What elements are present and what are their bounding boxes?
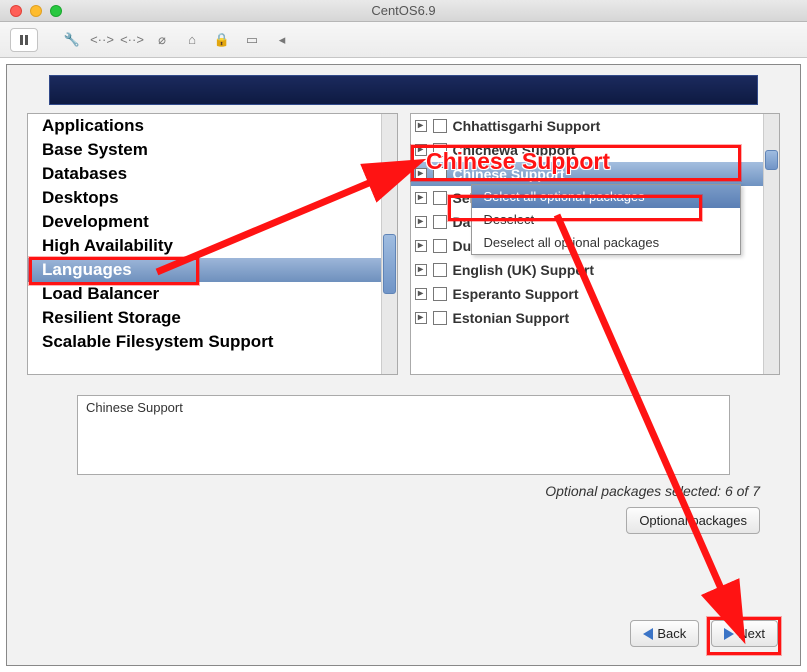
category-item[interactable]: Development bbox=[28, 210, 397, 234]
right-scrollbar[interactable] bbox=[763, 114, 779, 374]
left-scrollbar[interactable] bbox=[381, 114, 397, 374]
hdd-icon[interactable]: ⌂ bbox=[180, 29, 204, 51]
back-button[interactable]: Back bbox=[630, 620, 699, 647]
category-item[interactable]: Resilient Storage bbox=[28, 306, 397, 330]
category-item[interactable]: Load Balancer bbox=[28, 282, 397, 306]
arrow-right-icon bbox=[724, 628, 734, 640]
pause-button[interactable] bbox=[10, 28, 38, 52]
window-title: CentOS6.9 bbox=[0, 3, 807, 18]
chevron-left-icon[interactable]: ◂ bbox=[270, 29, 294, 51]
expander-icon[interactable]: ▸ bbox=[415, 312, 427, 324]
optional-status: Optional packages selected: 6 of 7 bbox=[7, 483, 760, 499]
expander-icon[interactable]: ▸ bbox=[415, 168, 427, 180]
checkbox[interactable] bbox=[433, 215, 447, 229]
context-menu-item[interactable]: Deselect bbox=[472, 208, 740, 231]
arrow-left-icon bbox=[643, 628, 653, 640]
category-panel: ApplicationsBase SystemDatabasesDesktops… bbox=[27, 113, 398, 375]
package-label: Estonian Support bbox=[453, 310, 570, 326]
checkbox[interactable] bbox=[433, 119, 447, 133]
optional-packages-label: Optional packages bbox=[639, 513, 747, 528]
description-text: Chinese Support bbox=[86, 400, 183, 415]
category-item[interactable]: Languages bbox=[28, 258, 397, 282]
description-box: Chinese Support bbox=[77, 395, 730, 475]
package-label: Chhattisgarhi Support bbox=[453, 118, 601, 134]
package-row[interactable]: ▸ Chhattisgarhi Support bbox=[411, 114, 780, 138]
category-item[interactable]: Desktops bbox=[28, 186, 397, 210]
checkbox[interactable] bbox=[433, 239, 447, 253]
expander-icon[interactable]: ▸ bbox=[415, 144, 427, 156]
checkbox[interactable] bbox=[433, 287, 447, 301]
checkbox[interactable] bbox=[433, 191, 447, 205]
category-item[interactable]: Databases bbox=[28, 162, 397, 186]
context-menu: Select all optional packagesDeselectDese… bbox=[471, 184, 741, 255]
network2-icon[interactable]: <··> bbox=[120, 29, 144, 51]
expander-icon[interactable]: ▸ bbox=[415, 240, 427, 252]
package-label: Esperanto Support bbox=[453, 286, 579, 302]
category-item[interactable]: Scalable Filesystem Support bbox=[28, 330, 397, 354]
optional-packages-button[interactable]: Optional packages bbox=[626, 507, 760, 534]
highlight-chinese-label: Chinese Support bbox=[426, 148, 610, 175]
expander-icon[interactable]: ▸ bbox=[415, 192, 427, 204]
checkbox[interactable] bbox=[433, 263, 447, 277]
next-label: Next bbox=[738, 626, 765, 641]
installer-window: ApplicationsBase SystemDatabasesDesktops… bbox=[6, 64, 801, 666]
package-row[interactable]: ▸ English (UK) Support bbox=[411, 258, 780, 282]
installer-header bbox=[49, 75, 758, 105]
package-row[interactable]: ▸ Esperanto Support bbox=[411, 282, 780, 306]
network-icon[interactable]: <··> bbox=[90, 29, 114, 51]
package-label: English (UK) Support bbox=[453, 262, 595, 278]
context-menu-item[interactable]: Select all optional packages bbox=[472, 185, 740, 208]
context-menu-item[interactable]: Deselect all optional packages bbox=[472, 231, 740, 254]
next-button[interactable]: Next bbox=[711, 620, 778, 647]
expander-icon[interactable]: ▸ bbox=[415, 120, 427, 132]
checkbox[interactable] bbox=[433, 311, 447, 325]
expander-icon[interactable]: ▸ bbox=[415, 264, 427, 276]
back-label: Back bbox=[657, 626, 686, 641]
category-item[interactable]: Applications bbox=[28, 114, 397, 138]
device-icon[interactable]: ▭ bbox=[240, 29, 264, 51]
wrench-icon[interactable]: 🔧 bbox=[60, 29, 84, 51]
package-row[interactable]: ▸ Estonian Support bbox=[411, 306, 780, 330]
category-item[interactable]: High Availability bbox=[28, 234, 397, 258]
expander-icon[interactable]: ▸ bbox=[415, 216, 427, 228]
disk-icon[interactable]: ⌀ bbox=[150, 29, 174, 51]
lock-icon[interactable]: 🔒 bbox=[210, 29, 234, 51]
macos-titlebar: CentOS6.9 bbox=[0, 0, 807, 22]
expander-icon[interactable]: ▸ bbox=[415, 288, 427, 300]
vm-toolbar: 🔧 <··> <··> ⌀ ⌂ 🔒 ▭ ◂ bbox=[0, 22, 807, 58]
category-item[interactable]: Base System bbox=[28, 138, 397, 162]
